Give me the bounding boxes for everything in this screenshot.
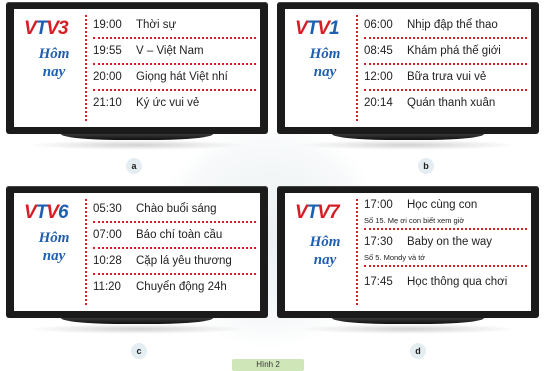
schedule-row: 20:00 Giọng hát Việt nhí bbox=[93, 66, 256, 91]
schedule-title: Baby on the way bbox=[407, 236, 493, 248]
schedule-row: 12:00 Bữa trưa vui vẻ bbox=[364, 66, 527, 91]
panel-label-d: d bbox=[410, 343, 426, 359]
schedule-time: 20:00 bbox=[93, 71, 122, 83]
schedule-row: 21:10 Ký ức vui vẻ bbox=[93, 92, 256, 115]
schedule-row: 10:28 Cặp lá yêu thương bbox=[93, 250, 256, 275]
tv-screen: VTV3 Hôm nay 19:00 Thời sự 19:55 V – Việt N… bbox=[14, 9, 260, 127]
panel-label-c: c bbox=[131, 343, 147, 359]
schedule-title: Nhịp đập thể thao bbox=[407, 19, 498, 31]
schedule-row: 06:00 Nhịp đập thể thao bbox=[364, 14, 527, 39]
schedule-row: 11:20 Chuyển động 24h bbox=[93, 276, 256, 299]
tv-screen: VTV7 Hôm nay 17:00 Học cùng con Số 15. Mẹ … bbox=[285, 193, 531, 311]
tv-panel-c: VTV6 Hôm nay 05:30 Chào buổi sáng 07:00 Báo… bbox=[6, 186, 268, 336]
schedule-time: 07:00 bbox=[93, 229, 122, 241]
today-label: Hôm nay bbox=[309, 234, 341, 268]
schedule-title: Học cùng con bbox=[407, 199, 478, 211]
tv-frame: VTV7 Hôm nay 17:00 Học cùng con Số 15. Mẹ … bbox=[277, 186, 539, 318]
schedule-time: 17:30 bbox=[364, 236, 393, 248]
tv-shadow bbox=[26, 140, 248, 150]
tv-frame: VTV3 Hôm nay 19:00 Thời sự 19:55 V – Việt N… bbox=[6, 2, 268, 134]
vtv3-logo: VTV3 bbox=[24, 18, 69, 39]
schedule-title: Ký ức vui vẻ bbox=[136, 97, 200, 109]
schedule-title: Chào buổi sáng bbox=[136, 203, 217, 215]
divider-line bbox=[85, 15, 87, 121]
tv-shadow bbox=[26, 324, 248, 334]
schedule-time: 17:00 bbox=[364, 199, 393, 211]
vtv6-logo: VTV6 bbox=[24, 202, 69, 223]
divider-line bbox=[356, 15, 358, 121]
schedule-row: 17:30 Baby on the way bbox=[364, 233, 527, 251]
schedule-title: Khám phá thế giới bbox=[407, 45, 501, 57]
schedule-time: 20:14 bbox=[364, 97, 393, 109]
schedule-title: Giọng hát Việt nhí bbox=[136, 71, 228, 83]
vtv1-logo: VTV1 bbox=[295, 18, 340, 39]
schedule-title: Chuyển động 24h bbox=[136, 281, 227, 293]
schedule-title: Cặp lá yêu thương bbox=[136, 255, 232, 267]
divider-line bbox=[85, 199, 87, 305]
tv-shadow bbox=[297, 140, 519, 150]
tv-frame: VTV6 Hôm nay 05:30 Chào buổi sáng 07:00 Báo… bbox=[6, 186, 268, 318]
tv-panel-a: VTV3 Hôm nay 19:00 Thời sự 19:55 V – Việt N… bbox=[6, 2, 268, 152]
schedule-row: 19:00 Thời sự bbox=[93, 14, 256, 39]
divider-line bbox=[356, 199, 358, 305]
schedule-title: Bữa trưa vui vẻ bbox=[407, 71, 487, 83]
vtv7-logo: VTV7 bbox=[295, 202, 340, 223]
schedule-row: 08:45 Khám phá thế giới bbox=[364, 40, 527, 65]
tv-panel-d: VTV7 Hôm nay 17:00 Học cùng con Số 15. Mẹ … bbox=[277, 186, 539, 336]
schedule-time: 06:00 bbox=[364, 19, 393, 31]
schedule-row: 17:45 Học thông qua chơi bbox=[364, 271, 527, 294]
tv-screen: VTV6 Hôm nay 05:30 Chào buổi sáng 07:00 Báo… bbox=[14, 193, 260, 311]
schedule-row: 19:55 V – Việt Nam bbox=[93, 40, 256, 65]
schedule-row: 07:00 Báo chí toàn cầu bbox=[93, 224, 256, 249]
schedule-subtitle: Số 15. Mẹ ơi con biết xem giờ bbox=[364, 214, 527, 230]
schedule-time: 05:30 bbox=[93, 203, 122, 215]
today-label: Hôm nay bbox=[38, 230, 70, 264]
schedule-row: 17:00 Học cùng con bbox=[364, 196, 527, 214]
schedule-row: 05:30 Chào buổi sáng bbox=[93, 198, 256, 223]
schedule-title: Học thông qua chơi bbox=[407, 276, 508, 288]
schedule-time: 21:10 bbox=[93, 97, 122, 109]
panel-label-b: b bbox=[418, 158, 434, 174]
schedule-time: 19:00 bbox=[93, 19, 122, 31]
schedule-title: Thời sự bbox=[136, 19, 177, 31]
schedule-time: 19:55 bbox=[93, 45, 122, 57]
tv-shadow bbox=[297, 324, 519, 334]
schedule-title: Báo chí toàn cầu bbox=[136, 229, 223, 241]
figure-caption: Hình 2 bbox=[232, 359, 304, 371]
tv-panel-b: VTV1 Hôm nay 06:00 Nhịp đập thể thao 08:45… bbox=[277, 2, 539, 152]
schedule-time: 10:28 bbox=[93, 255, 122, 267]
schedule-title: Quán thanh xuân bbox=[407, 97, 496, 109]
today-label: Hôm nay bbox=[38, 46, 70, 80]
schedule-time: 11:20 bbox=[93, 281, 121, 293]
schedule-title: V – Việt Nam bbox=[136, 45, 204, 57]
schedule-time: 08:45 bbox=[364, 45, 393, 57]
tv-frame: VTV1 Hôm nay 06:00 Nhịp đập thể thao 08:45… bbox=[277, 2, 539, 134]
panel-label-a: a bbox=[126, 158, 142, 174]
today-label: Hôm nay bbox=[309, 46, 341, 80]
tv-screen: VTV1 Hôm nay 06:00 Nhịp đập thể thao 08:45… bbox=[285, 9, 531, 127]
schedule-time: 12:00 bbox=[364, 71, 393, 83]
schedule-time: 17:45 bbox=[364, 276, 393, 288]
schedule-row: 20:14 Quán thanh xuân bbox=[364, 92, 527, 115]
schedule-subtitle: Số 5. Mondy và tớ bbox=[364, 251, 527, 267]
